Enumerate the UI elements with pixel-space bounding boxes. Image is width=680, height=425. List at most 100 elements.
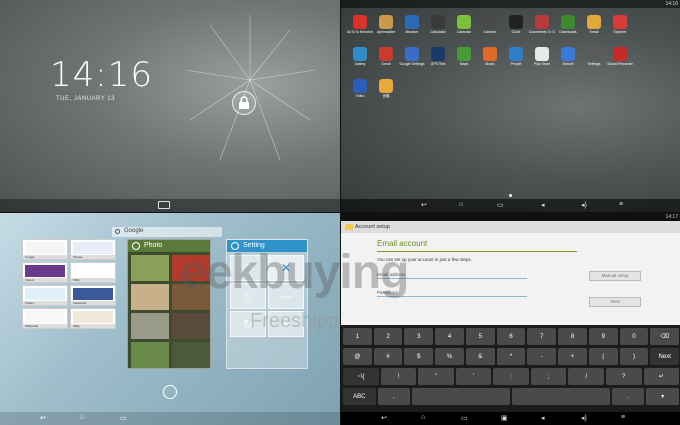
menu-icon[interactable]: ≡ <box>619 201 623 208</box>
home-icon[interactable]: ⌂ <box>80 414 84 421</box>
keyboard-key[interactable]: 1 <box>343 328 372 345</box>
recents-icon[interactable]: ▭ <box>497 201 504 209</box>
back-icon[interactable]: ↩ <box>40 414 46 422</box>
keyboard-key[interactable]: 3 <box>404 328 434 345</box>
app-icon[interactable]: Camera <box>477 15 503 43</box>
recent-thumbnail[interactable]: Yahoo! <box>22 262 68 283</box>
keyboard-key[interactable]: ; <box>530 368 567 385</box>
photo-thumb[interactable] <box>131 342 169 368</box>
screenshot-icon[interactable]: ▣ <box>501 414 508 422</box>
recent-thumbnail[interactable]: Wikipedia <box>22 308 68 329</box>
keyboard-key[interactable]: @ <box>343 348 372 365</box>
keyboard-key[interactable]: # <box>373 348 403 365</box>
recent-thumbnail[interactable]: Picasa <box>70 239 116 260</box>
recents-icon[interactable]: ▭ <box>120 414 127 422</box>
recent-thumbnail[interactable]: Facebook <box>70 285 116 306</box>
keyboard-key[interactable]: 0 <box>619 328 649 345</box>
keyboard-key[interactable]: ~\{ <box>343 368 379 385</box>
home-icon[interactable]: ⌂ <box>459 201 463 208</box>
app-icon[interactable]: Calendar <box>451 15 477 43</box>
recents-icon[interactable]: ▭ <box>461 414 468 422</box>
app-icon[interactable]: ApkInstaller <box>373 15 399 43</box>
recent-thumbnail[interactable]: Twitter <box>22 285 68 306</box>
menu-icon[interactable]: ≡ <box>621 414 625 421</box>
sync-toggle[interactable]: ↻ <box>230 311 266 337</box>
keyboard-key[interactable]: 5 <box>465 328 495 345</box>
keyboard-key[interactable]: Next <box>650 348 680 365</box>
keyboard-key[interactable]: 8 <box>558 328 587 345</box>
camera-icon[interactable] <box>158 201 170 209</box>
app-icon[interactable]: People <box>503 47 529 75</box>
photo-widget[interactable]: Photo <box>127 239 211 369</box>
rotate-toggle[interactable]: — <box>268 283 304 309</box>
home-icon[interactable]: ⌂ <box>421 414 425 421</box>
photo-thumb[interactable] <box>172 342 210 368</box>
photo-thumb[interactable] <box>172 313 210 339</box>
keyboard-key[interactable]: ) <box>619 348 649 365</box>
app-icon[interactable]: Google Settings <box>399 47 425 75</box>
keyboard-key[interactable]: ( <box>588 348 618 365</box>
back-icon[interactable]: ↩ <box>421 201 427 209</box>
app-icon[interactable]: Play Store <box>529 47 555 75</box>
photo-thumb[interactable] <box>131 313 169 339</box>
keyboard-key[interactable]: ! <box>380 368 417 385</box>
keyboard-key[interactable]: ⌫ <box>650 328 680 345</box>
app-icon[interactable]: Email <box>581 15 607 43</box>
manual-setup-button[interactable]: Manual setup <box>589 271 641 281</box>
keyboard-key[interactable]: ↵ <box>643 368 680 385</box>
keyboard-key[interactable]: ▾ <box>646 388 679 405</box>
app-icon[interactable]: GPS Test <box>425 47 451 75</box>
app-icon[interactable]: 优酷 <box>373 79 399 107</box>
google-search-bar[interactable]: Google <box>112 227 222 237</box>
keyboard-key[interactable]: ? <box>605 368 642 385</box>
keyboard-key[interactable]: 6 <box>496 328 526 345</box>
keyboard-key[interactable]: . <box>611 388 645 405</box>
app-icon[interactable]: Documents To Go <box>529 15 555 43</box>
keyboard-key[interactable]: : <box>493 368 529 385</box>
recent-thumbnail[interactable]: MSN <box>70 262 116 283</box>
keyboard-key[interactable] <box>511 388 610 405</box>
app-icon[interactable]: Calculator <box>425 15 451 43</box>
mute-toggle[interactable]: ✕ <box>268 255 304 281</box>
keyboard-key[interactable]: * <box>496 348 526 365</box>
app-icon[interactable]: Clock <box>503 15 529 43</box>
app-icon[interactable]: Video <box>347 79 373 107</box>
app-icon[interactable]: Gallery <box>347 47 373 75</box>
keyboard-key[interactable]: ABC <box>343 388 376 405</box>
app-icon[interactable]: Gmail <box>373 47 399 75</box>
keyboard-key[interactable]: , <box>377 388 411 405</box>
email-field[interactable]: Email address <box>377 269 527 279</box>
photo-thumb[interactable] <box>172 284 210 310</box>
app-icon[interactable]: Downloads <box>555 15 581 43</box>
app-icon[interactable]: Maps <box>451 47 477 75</box>
app-icon[interactable]: Browser <box>399 15 425 43</box>
volume-down-icon[interactable]: ◂ <box>541 414 545 422</box>
brightness-toggle[interactable]: ☼ <box>230 283 266 309</box>
photo-thumb[interactable] <box>131 255 169 281</box>
setting-widget[interactable]: Setting ◠ ✕ ☼ — ↻ + <box>226 239 308 369</box>
app-icon[interactable]: Settings <box>581 47 607 75</box>
keyboard-key[interactable]: ' <box>455 368 492 385</box>
app-icon[interactable]: Sound Recorder <box>607 47 633 75</box>
back-icon[interactable]: ↩ <box>381 414 387 422</box>
keyboard-key[interactable]: 2 <box>373 328 403 345</box>
keyboard-key[interactable]: - <box>527 348 557 365</box>
all-apps-button[interactable] <box>163 385 177 399</box>
keyboard-key[interactable]: / <box>568 368 604 385</box>
unlock-button[interactable] <box>232 91 256 115</box>
app-icon[interactable]: Search <box>555 47 581 75</box>
keyboard-key[interactable] <box>412 388 510 405</box>
keyboard-key[interactable]: " <box>418 368 454 385</box>
recent-thumbnail[interactable]: Google <box>22 239 68 260</box>
keyboard-key[interactable]: 7 <box>527 328 557 345</box>
volume-down-icon[interactable]: ◂ <box>541 201 545 209</box>
keyboard-key[interactable]: $ <box>404 348 434 365</box>
app-icon[interactable]: Explorer <box>607 15 633 43</box>
app-icon[interactable]: AnTuTu Benchmark <box>347 15 373 43</box>
volume-up-icon[interactable]: ◂) <box>581 414 587 422</box>
app-icon[interactable]: Music <box>477 47 503 75</box>
wifi-toggle[interactable]: ◠ <box>230 255 266 281</box>
password-field[interactable]: Password <box>377 287 527 297</box>
add-toggle[interactable]: + <box>268 311 304 337</box>
recent-thumbnail[interactable]: eBay <box>70 308 116 329</box>
